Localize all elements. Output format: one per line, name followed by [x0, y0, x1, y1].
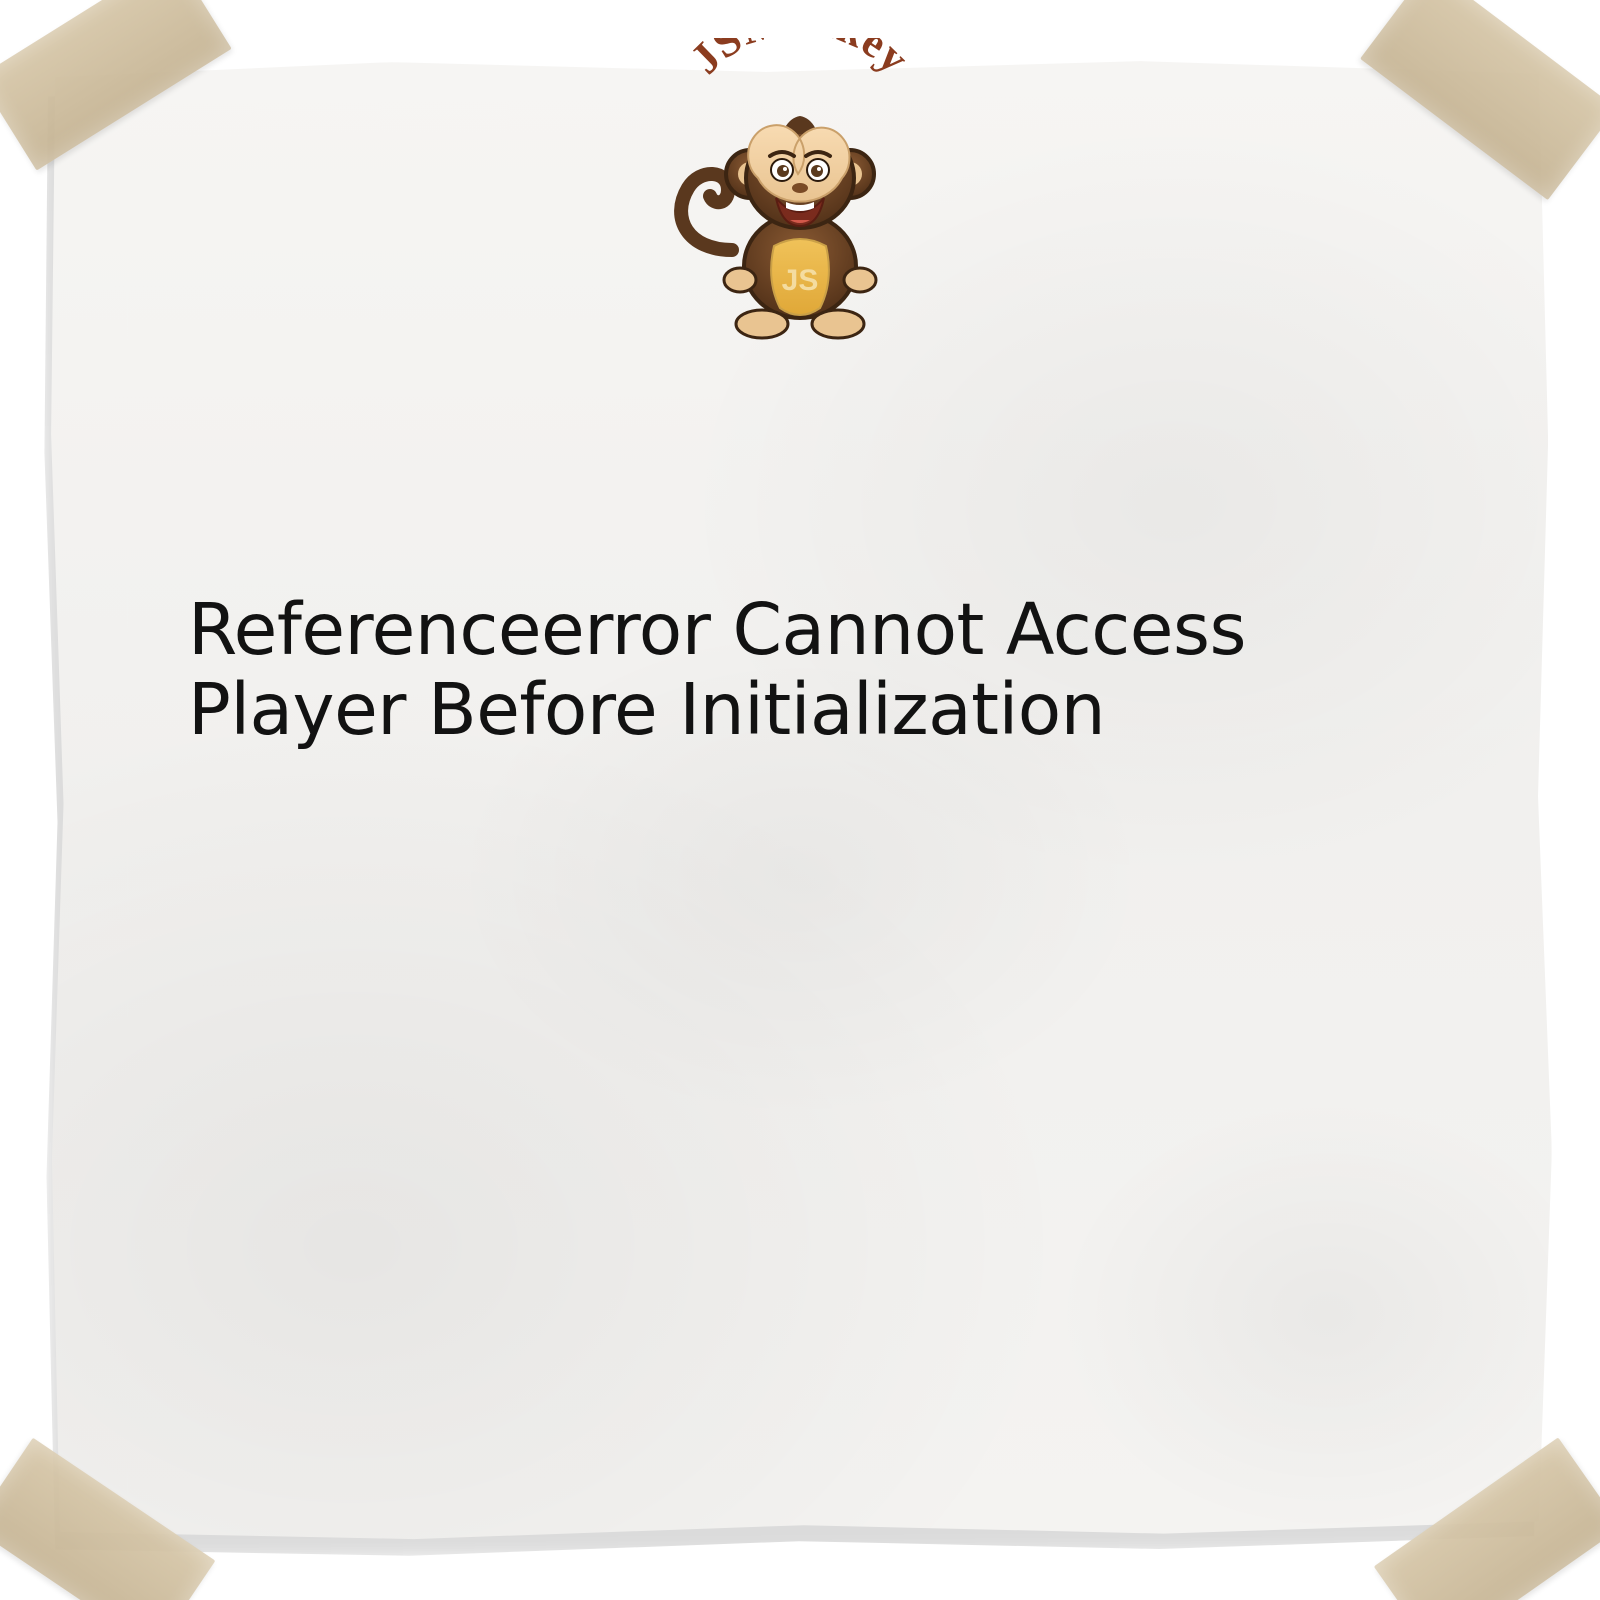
- monkey-foot-left: [736, 310, 788, 338]
- stage: JSMonkey JS: [0, 0, 1600, 1600]
- monkey-hand-right: [844, 268, 876, 292]
- monkey-foot-right: [812, 310, 864, 338]
- monkey-tail: [681, 174, 732, 250]
- js-badge-text: JS: [782, 264, 819, 297]
- monkey-hand-left: [724, 268, 756, 292]
- brand-arc-text: JSMonkey: [681, 38, 920, 83]
- jsmonkey-logo-svg: JSMonkey JS: [640, 38, 960, 348]
- note-title: Referenceerror Cannot Access Player Befo…: [188, 590, 1450, 750]
- brand-logo: JSMonkey JS: [0, 38, 1600, 338]
